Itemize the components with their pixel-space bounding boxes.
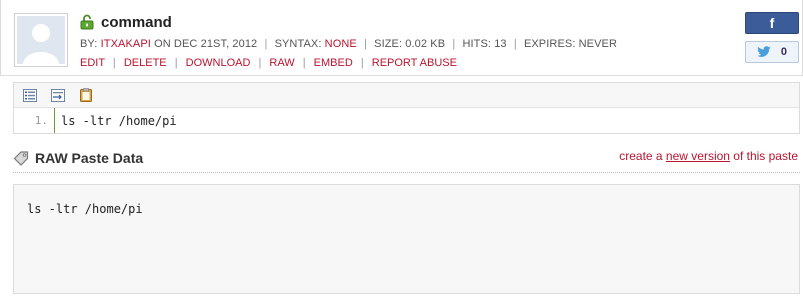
paste-actions: EDIT | DELETE | DOWNLOAD | RAW | EMBED |… (80, 57, 457, 69)
divider (13, 172, 800, 173)
paste-expires: EXPIRES: NEVER (523, 38, 618, 50)
copy-clipboard-button[interactable] (76, 86, 96, 104)
create-suffix: of this paste (729, 149, 798, 163)
paste-size: SIZE: 0.02 KB (374, 38, 446, 50)
code-toolbar (14, 83, 799, 108)
code-line: 1. ls -ltr /home/pi (14, 108, 799, 133)
twitter-bird-icon (757, 46, 771, 57)
separator: | (264, 38, 268, 50)
create-new-version: create a new version of this paste (619, 149, 798, 163)
create-prefix: create a (619, 149, 666, 163)
user-silhouette-icon (17, 16, 65, 64)
new-version-link[interactable]: new version (666, 149, 730, 163)
line-number: 1. (34, 114, 48, 127)
raw-paste-textarea[interactable]: ls -ltr /home/pi (13, 184, 800, 294)
separator: | (174, 57, 178, 69)
tweet-count: 0 (780, 46, 788, 58)
word-wrap-icon (51, 88, 65, 102)
paste-hits: HITS: 13 (462, 38, 507, 50)
numbered-list-icon (23, 88, 37, 102)
raw-section-title: RAW Paste Data (35, 150, 144, 166)
delete-link[interactable]: DELETE (124, 57, 167, 69)
unlocked-lock-icon (80, 14, 94, 30)
title-row: command (80, 12, 172, 32)
separator: | (452, 38, 456, 50)
separator: | (364, 38, 367, 50)
edit-link[interactable]: EDIT (80, 57, 105, 69)
toggle-line-numbers-button[interactable] (20, 86, 40, 104)
tag-icon (13, 150, 29, 166)
raw-paste-content[interactable]: ls -ltr /home/pi (27, 202, 786, 216)
separator: | (360, 57, 364, 69)
toggle-wrap-button[interactable] (48, 86, 68, 104)
code-line-text[interactable]: ls -ltr /home/pi (61, 114, 177, 128)
paste-page: command BY: ITXAKAPI ON DEC 21ST, 2012 |… (0, 0, 803, 298)
separator: | (112, 57, 116, 69)
facebook-icon: f (769, 15, 775, 31)
embed-link[interactable]: EMBED (314, 57, 353, 69)
separator: | (258, 57, 262, 69)
clipboard-icon (80, 88, 92, 102)
avatar[interactable] (14, 13, 68, 67)
by-label: BY: (80, 38, 98, 50)
report-abuse-link[interactable]: REPORT ABUSE (372, 57, 457, 69)
raw-section-header: RAW Paste Data create a new version of t… (13, 148, 800, 168)
paste-info: BY: ITXAKAPI ON DEC 21ST, 2012 | SYNTAX:… (80, 38, 617, 50)
raw-link[interactable]: RAW (269, 57, 294, 69)
separator: | (302, 57, 306, 69)
download-link[interactable]: DOWNLOAD (186, 57, 251, 69)
twitter-share-button[interactable]: 0 (745, 41, 799, 63)
separator: | (513, 38, 517, 50)
line-gutter (54, 108, 55, 133)
syntax-link[interactable]: NONE (325, 38, 357, 50)
paste-header: command BY: ITXAKAPI ON DEC 21ST, 2012 |… (0, 0, 803, 76)
paste-date: ON DEC 21ST, 2012 (154, 38, 258, 50)
paste-title: command (101, 13, 172, 31)
facebook-share-button[interactable]: f (745, 12, 799, 34)
code-viewer: 1. ls -ltr /home/pi (13, 82, 800, 134)
author-link[interactable]: ITXAKAPI (101, 38, 151, 50)
syntax-label: SYNTAX: (274, 38, 322, 50)
